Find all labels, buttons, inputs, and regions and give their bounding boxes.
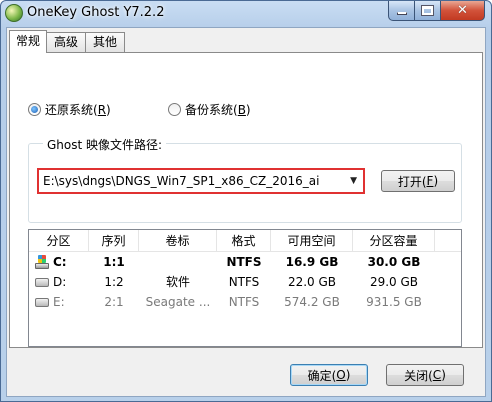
col-partition[interactable]: 分区 [29, 230, 89, 252]
label-cell: 软件 [165, 275, 190, 289]
table-row[interactable]: C: 1:1 NTFS 16.9 GB 30.0 GB [29, 252, 461, 272]
free-cell: 574.2 GB [284, 295, 340, 309]
close-button[interactable]: 关闭(C) [386, 364, 464, 386]
table-row[interactable]: E: 2:1 Seagate ... NTFS 574.2 GB 931.5 G… [29, 292, 461, 312]
col-free-space[interactable]: 可用空间 [271, 230, 353, 252]
drive-icon [35, 277, 49, 287]
title-bar[interactable]: OneKey Ghost Y7.2.2 ✕ [1, 1, 491, 27]
maximize-icon [421, 5, 434, 16]
caption-buttons: ✕ [388, 1, 485, 21]
app-window: OneKey Ghost Y7.2.2 ✕ 常规 高级 其他 还原系统(R) 备… [0, 0, 492, 402]
seq-cell: 1:2 [104, 275, 124, 289]
minimize-icon [396, 12, 407, 15]
system-drive-icon [35, 255, 49, 269]
partition-list[interactable]: 分区 序列 卷标 格式 可用空间 分区容量 C: 1:1 NTFS 16.9 G… [28, 229, 462, 347]
table-row[interactable]: D: 1:2 软件 NTFS 22.0 GB 29.0 GB [29, 272, 461, 292]
drive-cell: C: [29, 252, 89, 272]
format-cell: NTFS [226, 255, 262, 269]
seq-cell: 2:1 [104, 295, 124, 309]
free-cell: 22.0 GB [287, 275, 337, 289]
maximize-button[interactable] [415, 1, 441, 21]
col-format[interactable]: 格式 [217, 230, 271, 252]
ok-button[interactable]: 确定(O) [290, 364, 368, 386]
image-path-group: Ghost 映像文件路径: E:\sys\dngs\DNGS_Win7_SP1_… [28, 136, 462, 223]
tab-strip: 常规 高级 其他 [9, 30, 126, 53]
format-cell: NTFS [228, 275, 260, 289]
drive-cell: D: [29, 272, 89, 292]
image-path-value: E:\sys\dngs\DNGS_Win7_SP1_x86_CZ_2016_ai [43, 174, 320, 188]
capacity-cell: 931.5 GB [366, 295, 422, 309]
seq-cell: 1:1 [103, 255, 125, 269]
format-cell: NTFS [228, 295, 260, 309]
partition-list-header: 分区 序列 卷标 格式 可用空间 分区容量 [29, 230, 461, 252]
backup-radio[interactable]: 备份系统(B) [168, 101, 251, 117]
col-volume-label[interactable]: 卷标 [139, 230, 217, 252]
restore-radio-label: 还原系统(R) [45, 102, 111, 117]
tab-general[interactable]: 常规 [9, 30, 48, 53]
dropdown-arrow-icon[interactable]: ▼ [350, 170, 357, 192]
tab-panel-general: 还原系统(R) 备份系统(B) Ghost 映像文件路径: E:\sys\dng… [9, 52, 483, 348]
backup-radio-label: 备份系统(B) [185, 102, 251, 117]
open-file-button[interactable]: 打开(F) [381, 170, 455, 192]
client-area: 常规 高级 其他 还原系统(R) 备份系统(B) Ghost 映像文件路径: E… [6, 27, 486, 397]
tab-other[interactable]: 其他 [85, 32, 126, 52]
image-path-legend: Ghost 映像文件路径: [43, 136, 167, 153]
drive-cell: E: [29, 292, 89, 312]
minimize-button[interactable] [388, 1, 415, 21]
image-path-combobox[interactable]: E:\sys\dngs\DNGS_Win7_SP1_x86_CZ_2016_ai… [37, 168, 365, 194]
app-logo-icon [5, 4, 23, 22]
col-capacity[interactable]: 分区容量 [353, 230, 435, 252]
close-icon: ✕ [457, 3, 468, 18]
restore-radio-indicator[interactable] [28, 102, 41, 116]
window-title: OneKey Ghost Y7.2.2 [27, 5, 165, 20]
capacity-cell: 30.0 GB [367, 255, 421, 269]
close-window-button[interactable]: ✕ [441, 1, 485, 21]
free-cell: 16.9 GB [285, 255, 339, 269]
backup-radio-indicator[interactable] [168, 102, 181, 116]
label-cell [139, 252, 217, 272]
tab-advanced[interactable]: 高级 [46, 32, 87, 52]
drive-icon [35, 297, 49, 307]
label-cell: Seagate ... [145, 295, 211, 309]
capacity-cell: 29.0 GB [369, 275, 419, 289]
col-sequence[interactable]: 序列 [89, 230, 139, 252]
restore-radio[interactable]: 还原系统(R) [28, 101, 111, 117]
